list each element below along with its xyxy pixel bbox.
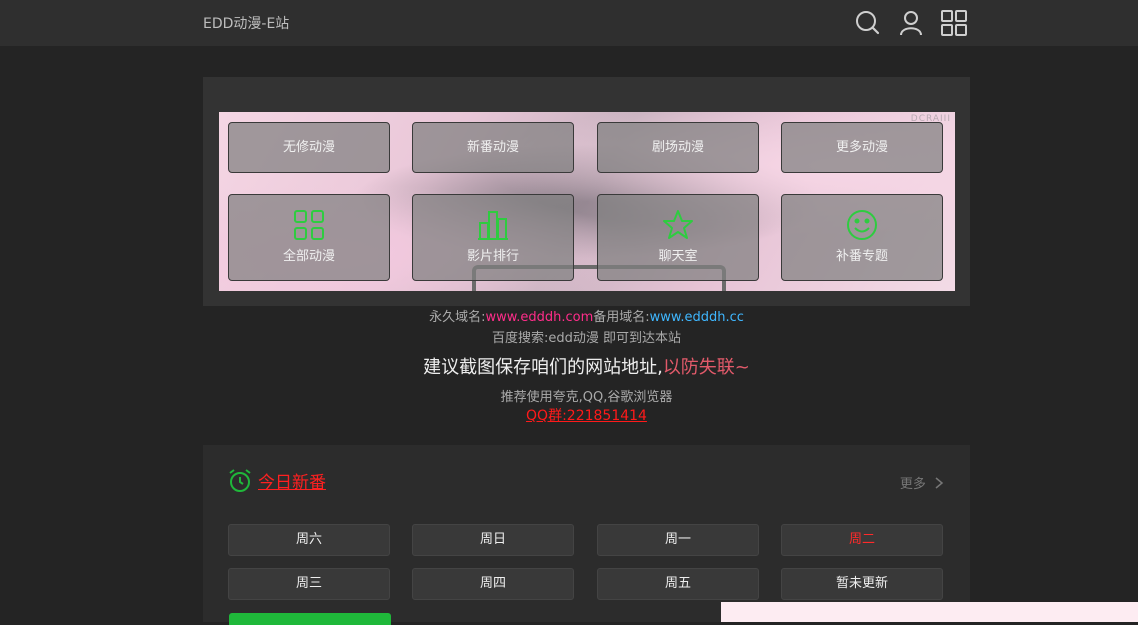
day-tab-wed[interactable]: 周三 [228,568,390,600]
qq-group-link[interactable]: QQ群:221851414 [203,405,970,425]
domain-info: 永久域名:www.edddh.com备用域名:www.edddh.cc [203,306,970,325]
save-hint-text: 建议截图保存咱们的网站地址, [423,357,663,378]
floating-overlay [721,602,1138,622]
section-header: 今日新番 [228,468,326,493]
permanent-domain-link[interactable]: www.edddh.com [486,310,594,325]
tile-theater[interactable]: 剧场动漫 [597,122,759,173]
save-hint-warning: 以防失联~ [662,357,750,378]
tile-chatroom[interactable]: 聊天室 [597,194,759,281]
tile-all-anime[interactable]: 全部动漫 [228,194,390,281]
save-hint: 建议截图保存咱们的网站地址,以防失联~ [203,353,970,379]
tile-label: 影片排行 [466,249,519,264]
today-new-anime-section: 今日新番 更多 周六 周日 周一 周二 周三 周四 周五 暂未更新 [203,445,970,625]
alarm-clock-icon [228,468,252,493]
tile-catchup-topics[interactable]: 补番专题 [781,194,943,281]
smile-icon [846,209,878,241]
day-tab-tue[interactable]: 周二 [781,524,943,556]
section-title[interactable]: 今日新番 [258,468,326,493]
tile-label: 补番专题 [835,249,888,264]
star-icon [662,209,694,241]
banner-card: DCRAIII 无修动漫 新番动漫 剧场动漫 更多动漫 全部动漫 影片排行 聊天… [203,77,970,306]
tile-uncensored[interactable]: 无修动漫 [228,122,390,173]
search-icon[interactable] [855,10,881,36]
search-hint: 百度搜索:edd动漫 即可到达本站 [491,331,681,346]
backup-domain-link[interactable]: www.edddh.cc [650,310,744,325]
day-tab-not-updated[interactable]: 暂未更新 [781,568,943,600]
grid-icon [293,209,325,241]
user-icon[interactable] [898,10,924,36]
day-tab-mon[interactable]: 周一 [597,524,759,556]
site-title[interactable]: EDD动漫-E站 [203,13,289,33]
day-tab-sat[interactable]: 周六 [228,524,390,556]
browser-hint: 推荐使用夸克,QQ,谷歌浏览器 [500,390,673,405]
day-tab-thu[interactable]: 周四 [412,568,574,600]
day-tab-fri[interactable]: 周五 [597,568,759,600]
tile-more-anime[interactable]: 更多动漫 [781,122,943,173]
backup-label: 备用域名: [593,310,650,325]
grid-menu-icon[interactable] [941,10,967,36]
tile-ranking[interactable]: 影片排行 [412,194,574,281]
domain-label: 永久域名: [429,310,486,325]
tile-label: 聊天室 [658,249,698,264]
anime-item-button[interactable] [229,613,391,625]
day-tab-sun[interactable]: 周日 [412,524,574,556]
tile-label: 全部动漫 [282,249,335,264]
ranking-icon [477,209,509,241]
tile-new-anime[interactable]: 新番动漫 [412,122,574,173]
chevron-right-icon [930,477,944,492]
top-icons [855,10,967,36]
more-label: 更多 [899,477,926,492]
more-link[interactable]: 更多 [900,473,944,492]
banner-image: DCRAIII 无修动漫 新番动漫 剧场动漫 更多动漫 全部动漫 影片排行 聊天… [219,112,955,291]
top-bar: EDD动漫-E站 [0,0,1138,46]
